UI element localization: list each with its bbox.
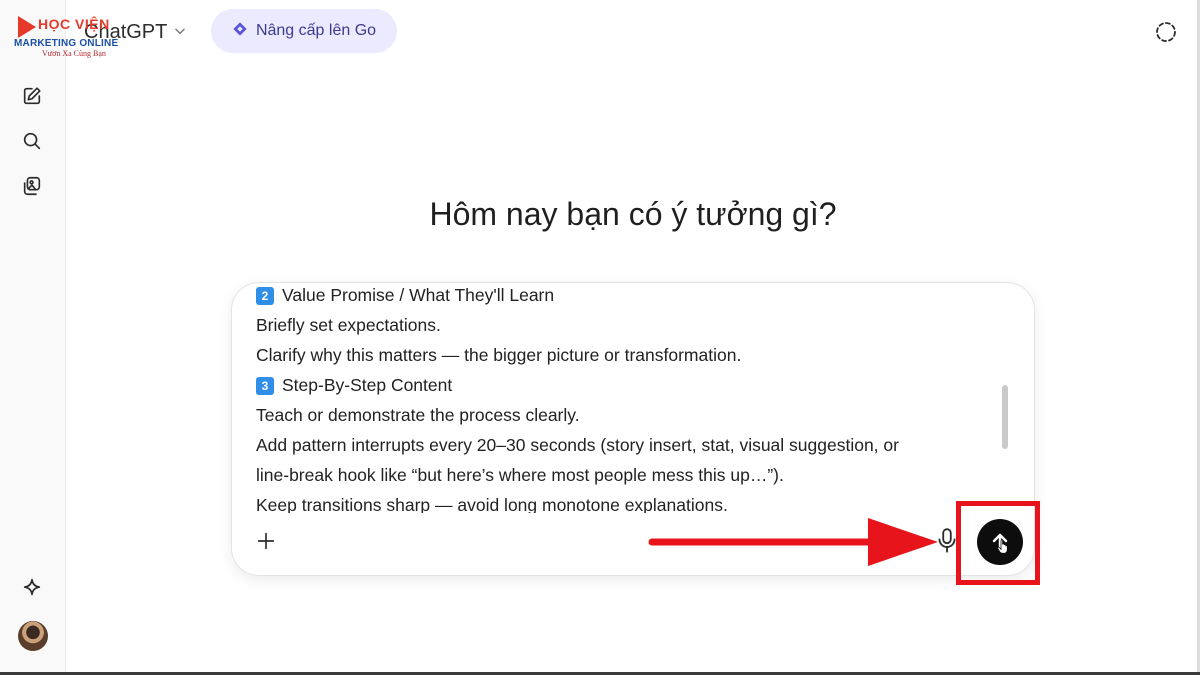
user-avatar[interactable] — [18, 621, 48, 651]
logo-mid-text: MARKETING ONLINE — [14, 38, 119, 49]
chevron-down-icon — [173, 21, 187, 44]
play-logo-icon — [18, 16, 36, 38]
composer-line: 2 Value Promise / What They'll Learn — [256, 283, 996, 310]
send-button[interactable] — [977, 519, 1023, 565]
plus-icon — [257, 532, 275, 550]
composer-line: 3 Step-By-Step Content — [256, 370, 996, 400]
diamond-icon — [232, 21, 248, 42]
sparkle-icon[interactable] — [18, 574, 46, 602]
page-title: Hôm nay bạn có ý tưởng gì? — [429, 196, 837, 232]
new-chat-icon[interactable] — [18, 82, 46, 110]
logo-top-text: HỌC VIỆN — [38, 16, 110, 32]
search-icon[interactable] — [18, 127, 46, 155]
composer-line: Briefly set expectations. — [256, 315, 441, 335]
upgrade-button[interactable]: Nâng cấp lên Go — [211, 9, 397, 53]
send-arrow-icon — [992, 533, 1008, 554]
annotation-arrow — [648, 518, 938, 566]
number-2-badge: 2 — [256, 287, 274, 305]
composer-line: Add pattern interrupts every 20–30 secon… — [256, 435, 899, 455]
upgrade-label: Nâng cấp lên Go — [255, 22, 377, 39]
composer-line: Clarify why this matters — the bigger pi… — [256, 345, 742, 365]
sidebar — [0, 0, 66, 675]
library-icon[interactable] — [18, 172, 46, 200]
logo-sub-text: Vươn Xa Cùng Bạn — [42, 49, 106, 58]
composer-line: Teach or demonstrate the process clearly… — [256, 405, 580, 425]
composer-line: Keep transitions sharp — avoid long mono… — [256, 495, 728, 513]
prompt-textarea[interactable]: 2 Value Promise / What They'll Learn Brie… — [256, 283, 996, 513]
composer-line-text: Value Promise / What They'll Learn — [282, 285, 555, 305]
add-attachment-button[interactable] — [252, 527, 280, 555]
watermark-logo: HỌC VIỆN MARKETING ONLINE Vươn Xa Cùng B… — [12, 14, 122, 58]
composer-line: line-break hook like “but here’s where m… — [256, 465, 784, 485]
temporary-chat-icon[interactable] — [1154, 20, 1178, 44]
number-3-badge: 3 — [256, 377, 274, 395]
composer-scrollbar[interactable] — [1002, 385, 1008, 449]
composer-line-text: Step-By-Step Content — [282, 375, 453, 395]
